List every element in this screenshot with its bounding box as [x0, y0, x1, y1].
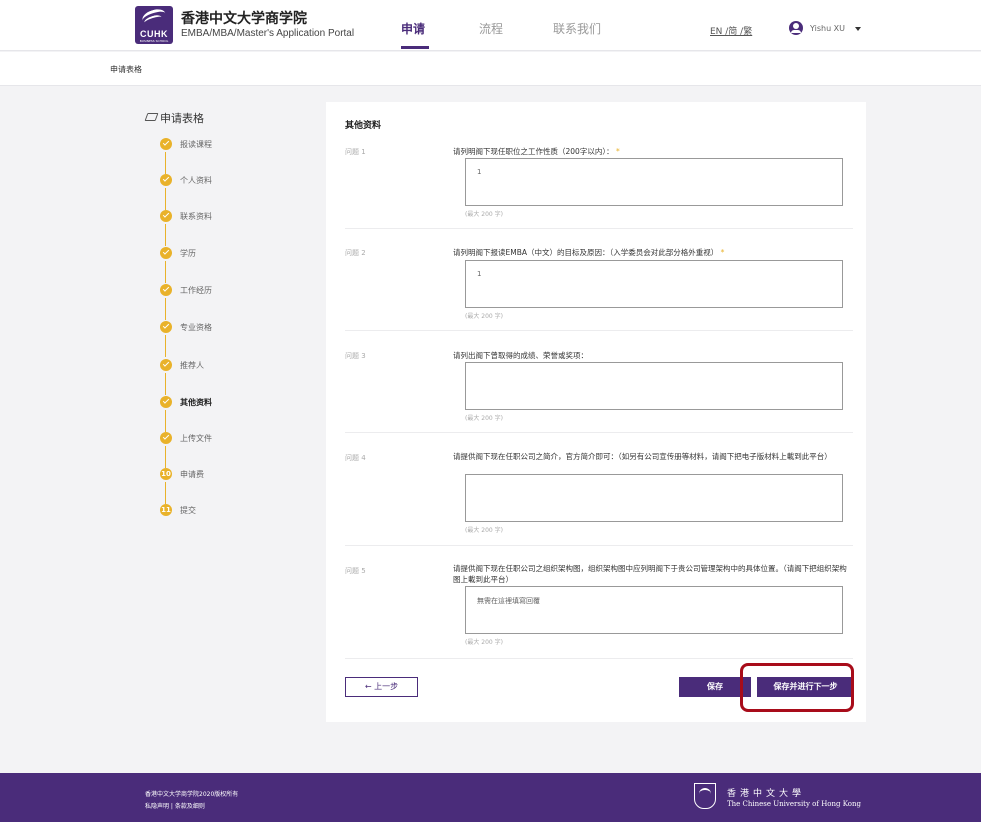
brand-title: 香港中文大学商学院 [181, 11, 307, 27]
cuhk-logo[interactable]: CUHK BUSINESS SCHOOL [135, 6, 173, 44]
footer: 香港中文大学商学院2020版权所有 私隐声明 | 条款及细则 香港中文大學 Th… [0, 773, 981, 822]
step-connector [165, 373, 166, 395]
question-number: 问题 4 [345, 454, 366, 462]
step-label: 其他资料 [180, 398, 212, 407]
logo-text: CUHK [140, 29, 168, 39]
answer-textarea-4[interactable] [465, 474, 843, 522]
answer-textarea-5[interactable]: 無需在這裡填寫回覆 [465, 586, 843, 634]
check-icon [160, 321, 172, 333]
question-label: 请提供阁下现在任职公司之简介，官方简介即可：（如另有公司宣传册等材料，请阁下把电… [453, 452, 832, 461]
answer-textarea-2[interactable]: 1 [465, 260, 843, 308]
step-connector [165, 188, 166, 210]
required-mark: * [720, 248, 725, 257]
step-label: 个人资料 [180, 176, 212, 185]
step-connector [165, 446, 166, 468]
sidebar-title: 申请表格 [160, 112, 204, 125]
step-label: 提交 [180, 506, 196, 515]
char-limit-hint: (最大 200 字) [465, 639, 503, 646]
check-icon [160, 396, 172, 408]
question-text: 请提供阁下现在任职公司之简介，官方简介即可：（如另有公司宣传册等材料，请阁下把电… [453, 451, 853, 462]
footer-university-cn: 香港中文大學 [727, 789, 806, 799]
question-text: 请列出阁下曾取得的成绩、荣誉或奖项： [453, 350, 853, 361]
divider [345, 658, 853, 659]
step-connector [165, 335, 166, 357]
top-header: CUHK BUSINESS SCHOOL 香港中文大学商学院 EMBA/MBA/… [0, 0, 981, 51]
step-connector [165, 261, 166, 283]
answer-textarea-3[interactable] [465, 362, 843, 410]
nav-active-indicator [401, 46, 429, 49]
logo-subtext: BUSINESS SCHOOL [139, 39, 169, 43]
question-number: 问题 5 [345, 567, 366, 575]
char-limit-hint: (最大 200 字) [465, 415, 503, 422]
step-label: 学历 [180, 249, 196, 258]
char-limit-hint: (最大 200 字) [465, 211, 503, 218]
check-icon [160, 138, 172, 150]
check-icon [160, 174, 172, 186]
breadcrumb: 申请表格 [110, 65, 142, 74]
nav-contact[interactable]: 联系我们 [553, 20, 601, 37]
step-label: 上传文件 [180, 434, 212, 443]
language-switcher[interactable]: EN /简 /繁 [710, 24, 752, 37]
brand-subtitle: EMBA/MBA/Master's Application Portal [181, 28, 355, 39]
question-label: 请列明阁下现任职位之工作性质（200字以内）： [453, 147, 614, 156]
cuhk-crest-icon [694, 783, 716, 809]
user-avatar-icon[interactable] [789, 21, 803, 35]
step-label: 申请费 [180, 470, 204, 479]
question-label: 请提供阁下现在任职公司之组织架构图，组织架构图中应列明阁下于贵公司管理架构中的具… [453, 564, 847, 584]
step-connector [165, 152, 166, 174]
step-label: 联系资料 [180, 212, 212, 221]
footer-links[interactable]: 私隐声明 | 条款及细则 [145, 801, 205, 810]
question-label: 请列出阁下曾取得的成绩、荣誉或奖项： [453, 351, 588, 360]
step-label: 专业资格 [180, 323, 212, 332]
breadcrumb-bar: 申请表格 [0, 52, 981, 86]
step-connector [165, 410, 166, 432]
step-label: 报读课程 [180, 140, 212, 149]
question-number: 问题 3 [345, 352, 366, 360]
nav-process[interactable]: 流程 [479, 20, 503, 37]
divider [345, 432, 853, 433]
answer-value: 1 [477, 168, 482, 176]
annotation-highlight-box [740, 663, 854, 712]
divider [345, 228, 853, 229]
divider [345, 330, 853, 331]
question-label: 请列明阁下报读EMBA（中文）的目标及原因：（入学委员会对此部分格外重视） [453, 248, 719, 257]
check-icon [160, 359, 172, 371]
question-number: 问题 2 [345, 249, 366, 257]
question-text: 请提供阁下现在任职公司之组织架构图，组织架构图中应列明阁下于贵公司管理架构中的具… [453, 563, 853, 585]
char-limit-hint: (最大 200 字) [465, 313, 503, 320]
divider [345, 545, 853, 546]
check-icon [160, 210, 172, 222]
step-connector [165, 224, 166, 246]
form-title: 其他资料 [345, 121, 382, 131]
step-connector [165, 298, 166, 320]
user-name[interactable]: Yishu XU [810, 24, 845, 33]
required-mark: * [615, 147, 620, 156]
chevron-down-icon[interactable] [855, 27, 861, 31]
char-limit-hint: (最大 200 字) [465, 527, 503, 534]
footer-copyright: 香港中文大学商学院2020版权所有 [145, 791, 239, 798]
question-text: 请列明阁下现任职位之工作性质（200字以内）： * [453, 146, 853, 157]
footer-university-en: The Chinese University of Hong Kong [727, 800, 861, 808]
step-label: 工作经历 [180, 286, 212, 295]
check-icon [160, 432, 172, 444]
step-number-badge: 11 [160, 504, 172, 516]
question-number: 问题 1 [345, 148, 366, 156]
answer-value: 1 [477, 270, 482, 278]
question-text: 请列明阁下报读EMBA（中文）的目标及原因：（入学委员会对此部分格外重视） * [453, 247, 853, 258]
layers-icon [144, 113, 159, 121]
step-connector [165, 482, 166, 504]
answer-value: 無需在這裡填寫回覆 [477, 597, 540, 605]
previous-step-button[interactable]: ← 上一步 [345, 677, 418, 697]
step-number-badge: 10 [160, 468, 172, 480]
answer-textarea-1[interactable]: 1 [465, 158, 843, 206]
step-label: 推荐人 [180, 361, 204, 370]
check-icon [160, 284, 172, 296]
check-icon [160, 247, 172, 259]
nav-apply[interactable]: 申请 [401, 20, 425, 37]
